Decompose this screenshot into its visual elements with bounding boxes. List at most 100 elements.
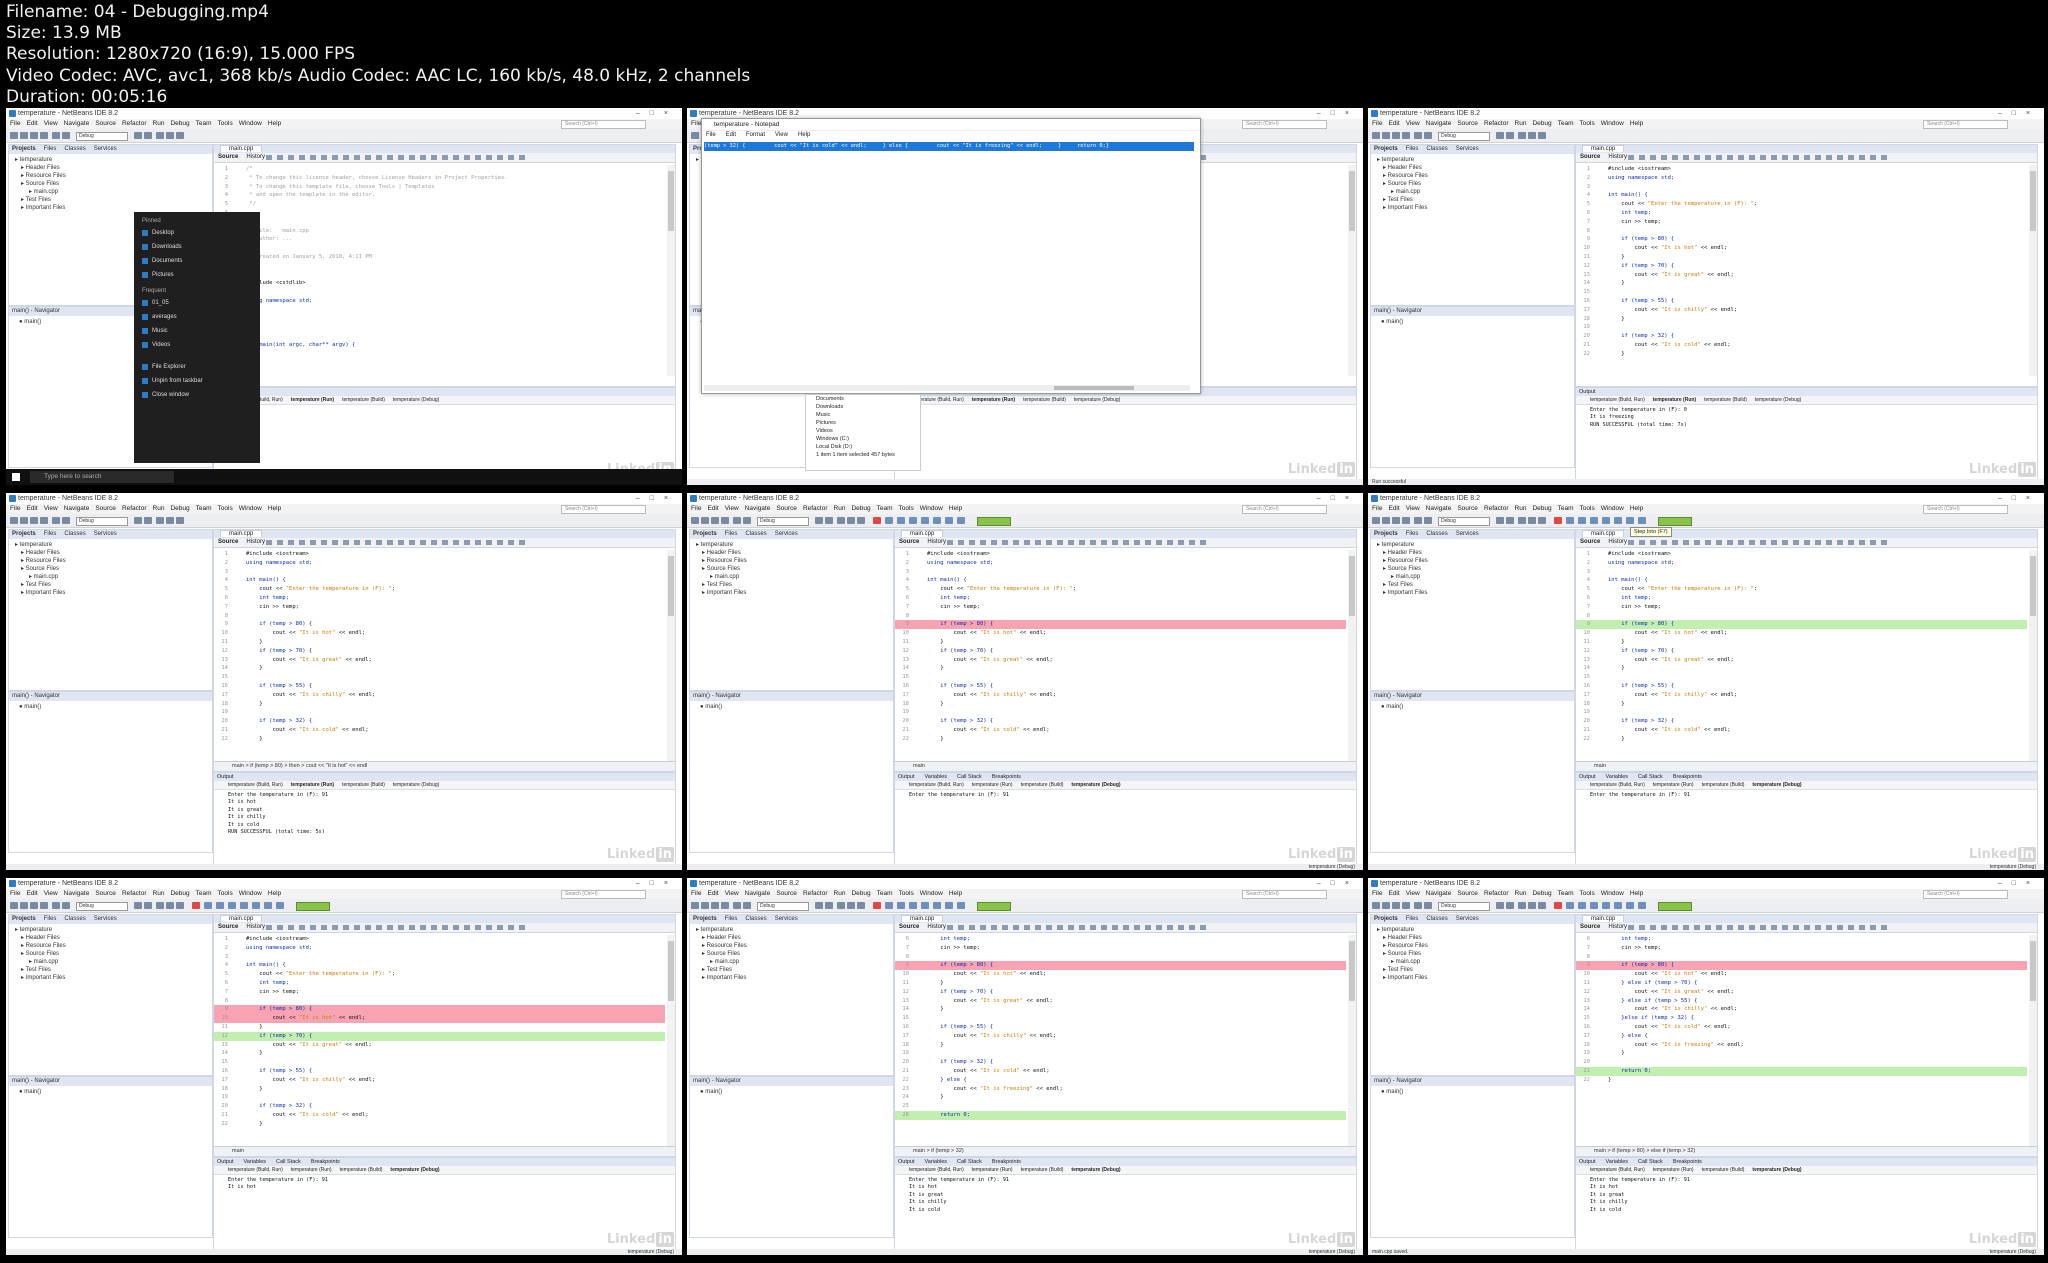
- history-tab[interactable]: History: [246, 539, 265, 545]
- menu-item[interactable]: Refactor: [803, 505, 828, 512]
- menu-item[interactable]: Navigate: [64, 890, 90, 897]
- search-input[interactable]: Search (Ctrl+I): [561, 120, 646, 129]
- menu-item[interactable]: Window: [920, 505, 943, 512]
- menu-item[interactable]: Refactor: [1484, 890, 1509, 897]
- toolbar-button-icon[interactable]: [176, 902, 184, 909]
- notepad-menu-item[interactable]: Format: [746, 132, 765, 138]
- menu-item[interactable]: File: [691, 890, 701, 897]
- project-tree-item[interactable]: ▸ Header Files: [696, 549, 893, 557]
- editor-tab-main-cpp[interactable]: main.cpp: [1582, 915, 1625, 922]
- project-tree-item[interactable]: ▸ Test Files: [1377, 581, 1574, 589]
- editor-toolbar-icon[interactable]: [266, 155, 526, 160]
- projects-tab[interactable]: Projects: [12, 531, 36, 537]
- projects-tab[interactable]: Files: [725, 531, 738, 537]
- scrollbar-thumb[interactable]: [2030, 556, 2036, 616]
- search-input[interactable]: Search (Ctrl+I): [1242, 120, 1327, 129]
- debug-control-icon[interactable]: [885, 517, 893, 524]
- navigator-item[interactable]: ● main(): [9, 701, 212, 711]
- menu-item[interactable]: Help: [268, 505, 281, 512]
- project-tree-item[interactable]: ▸ main.cpp: [696, 573, 893, 581]
- output-tab[interactable]: Output: [217, 1159, 234, 1165]
- output-tab[interactable]: Breakpoints: [311, 1159, 340, 1165]
- project-tree-item[interactable]: ▸ main.cpp: [1377, 573, 1574, 581]
- toolbar-button-icon[interactable]: [30, 517, 38, 524]
- output-subtab[interactable]: temperature (Build): [342, 782, 385, 788]
- debug-control-icon[interactable]: [957, 517, 965, 524]
- toolbar-button-icon[interactable]: [144, 517, 152, 524]
- toolbar-button-icon[interactable]: [1424, 517, 1432, 524]
- project-tree-item[interactable]: ▸ main.cpp: [15, 188, 212, 196]
- project-tree-item[interactable]: ▸ Header Files: [15, 549, 212, 557]
- toolbar-button-icon[interactable]: [176, 517, 184, 524]
- jump-list-item[interactable]: Music: [134, 324, 260, 338]
- editor-scrollbar[interactable]: [2029, 935, 2037, 1146]
- config-select[interactable]: Debug: [76, 132, 128, 141]
- toolbar-button-icon[interactable]: [711, 902, 719, 909]
- project-tree-item[interactable]: ▸ main.cpp: [696, 958, 893, 966]
- config-select[interactable]: Debug: [757, 517, 809, 526]
- project-tree-item[interactable]: ▸ temperature: [1377, 156, 1574, 164]
- toolbar-button-icon[interactable]: [20, 517, 28, 524]
- menu-item[interactable]: Window: [920, 890, 943, 897]
- explorer-item[interactable]: Windows (C:): [816, 435, 920, 443]
- config-select[interactable]: Debug: [1438, 902, 1490, 911]
- source-tab[interactable]: Source: [899, 539, 919, 545]
- window-controls-icon[interactable]: –□×: [636, 493, 678, 504]
- toolbar-button-icon[interactable]: [10, 132, 18, 139]
- menu-item[interactable]: File: [1372, 120, 1382, 127]
- project-tree-item[interactable]: ▸ Important Files: [696, 974, 893, 982]
- scrollbar-thumb[interactable]: [1349, 941, 1355, 1001]
- menu-item[interactable]: Help: [949, 890, 962, 897]
- menu-item[interactable]: Navigate: [745, 505, 771, 512]
- toolbar-button-icon[interactable]: [743, 517, 751, 524]
- windows-start-icon[interactable]: [12, 473, 20, 481]
- project-tree-item[interactable]: ▸ Resource Files: [1377, 557, 1574, 565]
- toolbar-button-icon[interactable]: [857, 517, 865, 524]
- project-tree-item[interactable]: ▸ Important Files: [1377, 204, 1574, 212]
- menu-item[interactable]: Run: [1515, 120, 1527, 127]
- output-subtab[interactable]: temperature (Run): [291, 397, 334, 403]
- projects-tab[interactable]: Services: [94, 146, 117, 152]
- menu-item[interactable]: Source: [776, 505, 797, 512]
- history-tab[interactable]: History: [927, 924, 946, 930]
- explorer-item[interactable]: Music: [816, 411, 920, 419]
- toolbar-button-icon[interactable]: [166, 902, 174, 909]
- toolbar-button-icon[interactable]: [144, 132, 152, 139]
- project-tree-item[interactable]: ▸ Important Files: [15, 589, 212, 597]
- debug-control-icon[interactable]: [909, 902, 917, 909]
- toolbar-button-icon[interactable]: [166, 132, 174, 139]
- menu-item[interactable]: Navigate: [64, 505, 90, 512]
- toolbar-button-icon[interactable]: [691, 902, 699, 909]
- toolbar-button-icon[interactable]: [701, 517, 709, 524]
- projects-tab[interactable]: Projects: [12, 146, 36, 152]
- debug-control-icon[interactable]: [1554, 902, 1562, 909]
- toolbar-button-icon[interactable]: [721, 517, 729, 524]
- toolbar-button-icon[interactable]: [176, 132, 184, 139]
- menu-item[interactable]: Run: [1515, 890, 1527, 897]
- window-controls-icon[interactable]: –□×: [1998, 108, 2040, 119]
- menu-item[interactable]: Debug: [851, 505, 870, 512]
- output-subtab[interactable]: temperature (Debug): [1752, 782, 1801, 788]
- menu-item[interactable]: Navigate: [745, 890, 771, 897]
- menu-item[interactable]: Tools: [1580, 120, 1595, 127]
- output-subtab[interactable]: temperature (Build, Run): [228, 1167, 283, 1173]
- project-tree-item[interactable]: ▸ temperature: [1377, 541, 1574, 549]
- projects-tab[interactable]: Services: [1456, 531, 1479, 537]
- menu-item[interactable]: View: [725, 505, 739, 512]
- menu-item[interactable]: Edit: [1388, 890, 1399, 897]
- jump-list-action[interactable]: Unpin from taskbar: [134, 374, 260, 388]
- menu-item[interactable]: Run: [834, 890, 846, 897]
- menu-item[interactable]: Help: [1630, 505, 1643, 512]
- toolbar-button-icon[interactable]: [1506, 132, 1514, 139]
- menu-item[interactable]: Navigate: [64, 120, 90, 127]
- menu-item[interactable]: Tools: [218, 505, 233, 512]
- toolbar-button-icon[interactable]: [134, 132, 142, 139]
- toolbar-button-icon[interactable]: [10, 902, 18, 909]
- output-subtab[interactable]: temperature (Run): [291, 782, 334, 788]
- output-console[interactable]: [895, 405, 1356, 407]
- navigator-item[interactable]: ● main(): [9, 1086, 212, 1096]
- output-subtab[interactable]: temperature (Run): [1653, 782, 1694, 788]
- editor-toolbar-icon[interactable]: [1628, 925, 1888, 930]
- project-tree-item[interactable]: ▸ main.cpp: [1377, 958, 1574, 966]
- menu-item[interactable]: Window: [1601, 505, 1624, 512]
